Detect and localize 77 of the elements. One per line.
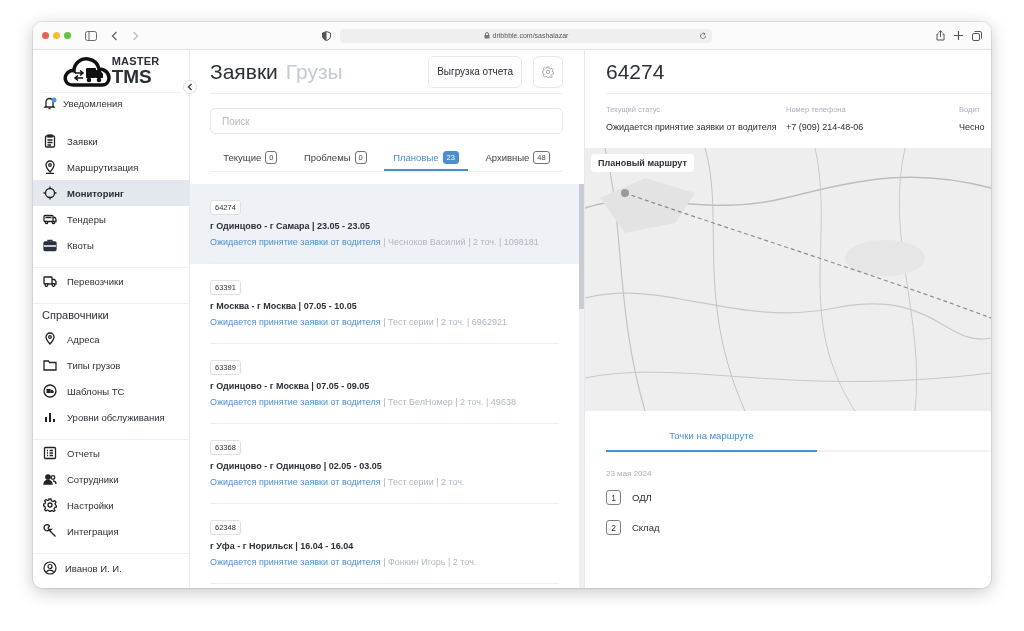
order-route: г Москва - г Москва | 07.05 - 10.05 <box>210 301 358 311</box>
user-profile[interactable]: Иванов И. И. <box>33 555 189 581</box>
logo-text: MASTER <box>111 56 160 67</box>
point-number: 2 <box>606 520 621 535</box>
order-route: г Одинцово - г Самара | 23.05 - 23.05 <box>210 221 372 231</box>
sidebar-item[interactable]: Квоты <box>33 232 189 258</box>
bar-chart-icon <box>43 410 57 424</box>
truck-icon <box>43 274 57 288</box>
logo-text: TMS <box>111 67 153 86</box>
sidebar-item[interactable]: Настройки <box>33 492 189 518</box>
sidebar-item[interactable]: Сотрудники <box>33 466 189 492</box>
scrollbar[interactable] <box>579 184 584 588</box>
point-number: 1 <box>606 490 621 505</box>
export-report-button[interactable]: Выгрузка отчета <box>428 55 522 88</box>
bell-icon <box>43 96 57 110</box>
maximize-window-button[interactable] <box>64 32 71 39</box>
close-window-button[interactable] <box>42 32 49 39</box>
new-tab-icon[interactable] <box>954 31 963 40</box>
notifications-item[interactable]: Уведомления <box>33 93 189 113</box>
sidebar-item[interactable]: Отчеты <box>33 440 189 466</box>
search-field[interactable]: Поиск <box>210 108 563 134</box>
folder-icon <box>43 358 57 372</box>
chevron-left-icon <box>187 83 193 91</box>
sidebar-item[interactable]: Шаблоны ТС <box>33 378 189 404</box>
sidebar-item[interactable]: Перевозчики <box>33 268 189 294</box>
settings-icon <box>542 65 554 78</box>
order-details: | Тест серии | 2 точ. | 6962921 <box>383 317 507 327</box>
route-date: 23 мая 2024 <box>606 469 653 478</box>
settings-icon <box>43 498 57 512</box>
section-heading: Справочники <box>41 308 110 323</box>
clipboard-icon <box>43 134 57 148</box>
order-details: | Фонкин Игорь | 2 точ. <box>383 557 477 567</box>
shield-icon[interactable] <box>322 30 331 41</box>
users-icon <box>43 472 57 486</box>
order-title: 64274 <box>606 50 991 94</box>
order-status: Ожидается принятие заявки от водителя <box>210 317 381 327</box>
sidebar-item[interactable]: Типы грузов <box>33 352 189 378</box>
sidebar-toggle-icon[interactable] <box>85 30 97 41</box>
list-icon <box>43 446 57 460</box>
sidebar-item[interactable]: Интеграция <box>33 518 189 544</box>
sidebar-item[interactable]: Тендеры <box>33 206 189 232</box>
avatar-icon <box>43 561 57 575</box>
order-status: Ожидается принятие заявки от водителя <box>210 397 381 407</box>
location-pin-icon <box>43 332 57 346</box>
sidebar-item[interactable]: Мониторинг <box>33 180 189 206</box>
cloud-truck-icon <box>62 54 111 88</box>
crosshair-icon <box>43 186 57 200</box>
collapse-button[interactable] <box>183 80 197 94</box>
share-icon[interactable] <box>936 30 945 41</box>
back-icon[interactable] <box>111 30 118 41</box>
truck-circle-icon <box>43 384 57 398</box>
location-pin-icon <box>43 160 57 174</box>
sidebar-item[interactable]: Уровни обслуживания <box>33 404 189 430</box>
map-label: Плановый маршрут <box>591 154 694 172</box>
section-tab[interactable]: Заявки <box>210 59 278 84</box>
point-name: Склад <box>632 522 660 533</box>
lock-icon <box>483 32 490 39</box>
order-route: г Одинцово - г Москва | 07.05 - 09.05 <box>210 381 371 391</box>
order-details: | Тест БелНомер | 2 точ. | 49638 <box>383 397 516 407</box>
bus-icon <box>43 212 57 226</box>
briefcase-icon <box>43 238 57 252</box>
order-route: г Одинцово - г Одинцово | 02.05 - 03.05 <box>210 461 383 471</box>
order-details: | Тест серии | 2 точ. <box>383 477 465 487</box>
order-route: г Уфа - г Норильск | 16.04 - 16.04 <box>210 541 355 551</box>
tabs-overview-icon[interactable] <box>972 30 982 41</box>
order-status: Ожидается принятие заявки от водителя <box>210 477 381 487</box>
field-value: Ожидается принятие заявки от водителя <box>606 122 778 132</box>
sidebar-item[interactable]: Заявки <box>33 128 189 154</box>
point-name: ОДЛ <box>632 492 652 503</box>
field-value: Чесно <box>959 122 986 132</box>
route-points-tab[interactable]: Точки на маршруте <box>606 421 817 452</box>
field-value: +7 (909) 214-48-06 <box>786 122 865 132</box>
order-status: Ожидается принятие заявки от водителя <box>210 237 381 247</box>
order-status: Ожидается принятие заявки от водителя <box>210 557 381 567</box>
sidebar-item[interactable]: Адреса <box>33 326 189 352</box>
sidebar-item[interactable]: Маршрутизация <box>33 154 189 180</box>
reload-icon[interactable] <box>699 31 707 40</box>
